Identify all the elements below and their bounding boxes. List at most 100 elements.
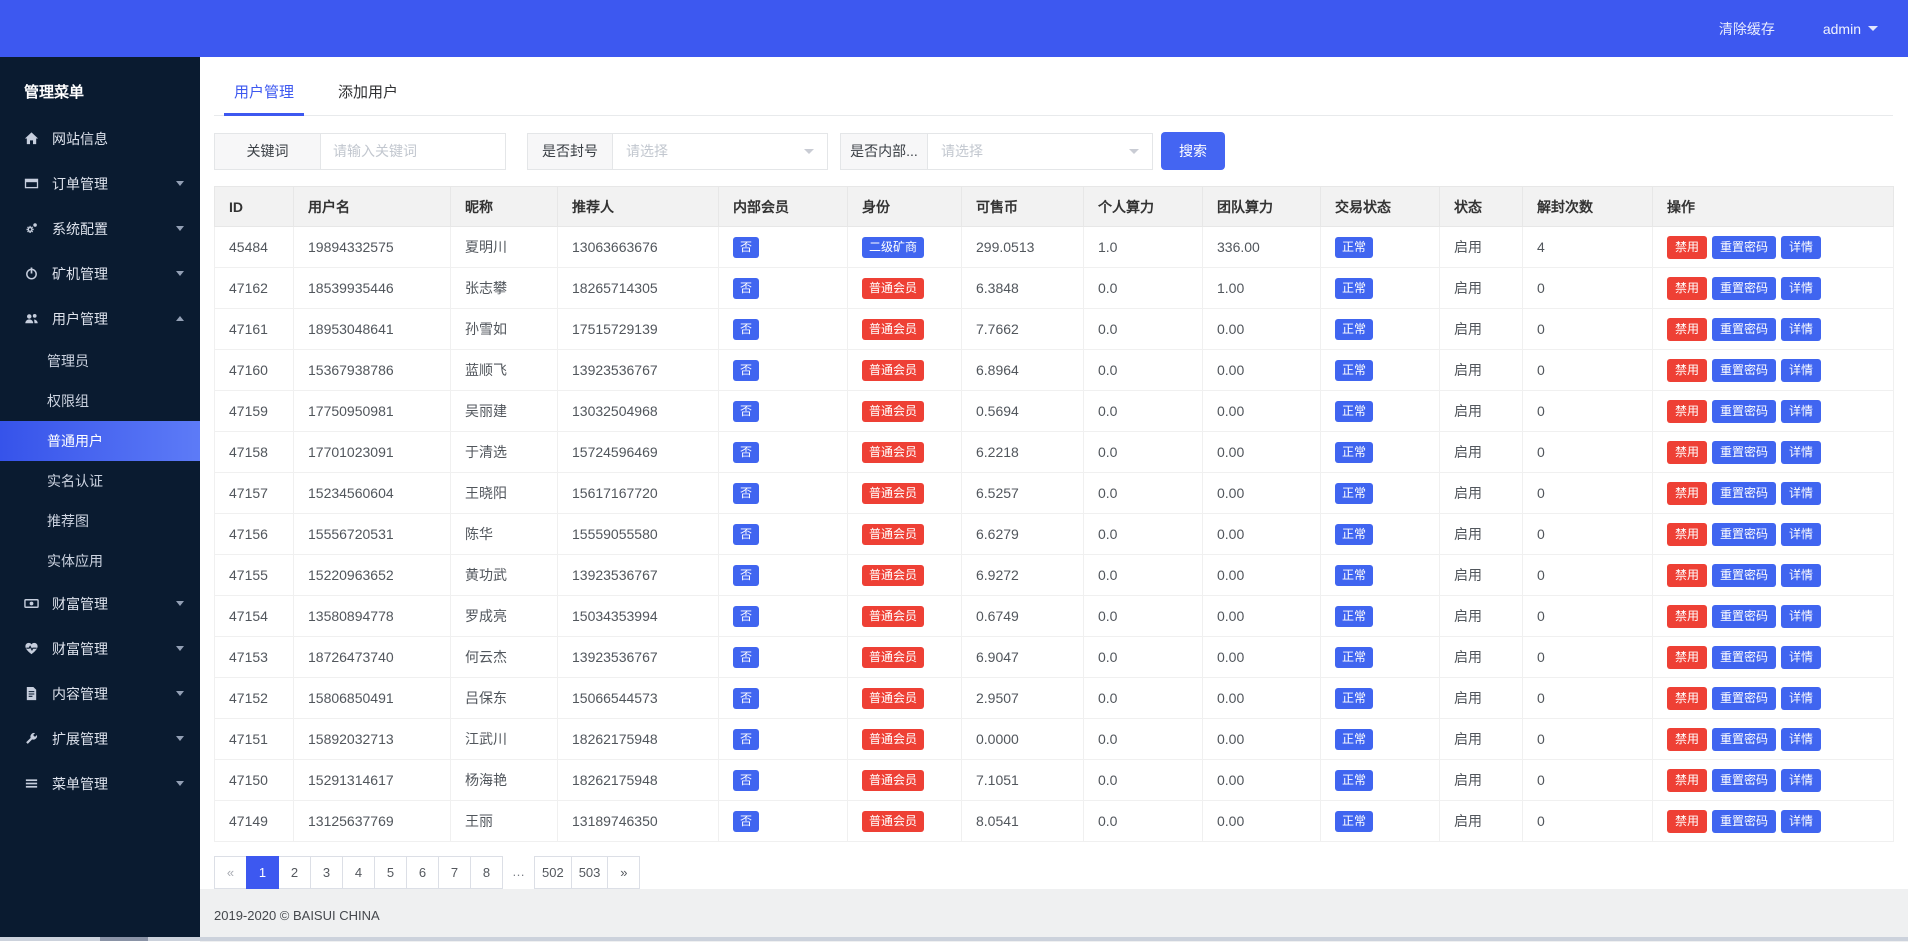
column-header-nickname: 昵称 [451,187,558,227]
page-503[interactable]: 503 [571,856,609,889]
disable-button[interactable]: 禁用 [1667,728,1707,751]
page-1[interactable]: 1 [246,856,279,889]
sidebar-subitem[interactable]: 普通用户 [0,421,200,461]
trade-status-badge: 正常 [1335,606,1373,627]
reset-password-button[interactable]: 重置密码 [1712,359,1776,382]
reset-password-button[interactable]: 重置密码 [1712,277,1776,300]
reset-password-button[interactable]: 重置密码 [1712,441,1776,464]
details-button[interactable]: 详情 [1781,523,1821,546]
sidebar-item-menu[interactable]: 菜单管理 [0,761,200,806]
horizontal-scrollbar[interactable] [0,937,1908,941]
disable-button[interactable]: 禁用 [1667,318,1707,341]
disable-button[interactable]: 禁用 [1667,441,1707,464]
details-button[interactable]: 详情 [1781,277,1821,300]
page-2[interactable]: 2 [278,856,311,889]
disable-button[interactable]: 禁用 [1667,523,1707,546]
page-502[interactable]: 502 [534,856,572,889]
scrollbar-thumb[interactable] [100,937,148,941]
details-button[interactable]: 详情 [1781,236,1821,259]
sidebar-subitem[interactable]: 权限组 [0,381,200,421]
tab-user-management[interactable]: 用户管理 [224,71,304,115]
sidebar-item-label: 财富管理 [52,639,108,659]
keyword-input[interactable] [321,133,506,170]
sidebar-item-document[interactable]: 内容管理 [0,671,200,716]
details-button[interactable]: 详情 [1781,318,1821,341]
cell-username: 15556720531 [294,514,451,555]
details-button[interactable]: 详情 [1781,605,1821,628]
clear-cache-link[interactable]: 清除缓存 [1719,19,1775,39]
search-button[interactable]: 搜索 [1161,132,1225,170]
page-5[interactable]: 5 [374,856,407,889]
sidebar-item-home[interactable]: 网站信息 [0,116,200,161]
sidebar-item-wrench[interactable]: 扩展管理 [0,716,200,761]
sidebar-item-money[interactable]: 财富管理 [0,581,200,626]
details-button[interactable]: 详情 [1781,564,1821,587]
internal-select[interactable]: 请选择 [928,133,1153,170]
details-button[interactable]: 详情 [1781,769,1821,792]
reset-password-button[interactable]: 重置密码 [1712,728,1776,751]
reset-password-button[interactable]: 重置密码 [1712,318,1776,341]
details-button[interactable]: 详情 [1781,687,1821,710]
sidebar-subitem[interactable]: 管理员 [0,341,200,381]
sidebar-item-power[interactable]: 矿机管理 [0,251,200,296]
sidebar-subitem[interactable]: 推荐图 [0,501,200,541]
trade-status-badge: 正常 [1335,565,1373,586]
cell-status: 启用 [1440,473,1523,514]
reset-password-button[interactable]: 重置密码 [1712,564,1776,587]
reset-password-button[interactable]: 重置密码 [1712,523,1776,546]
sidebar-item-heartbeat[interactable]: 财富管理 [0,626,200,671]
cell-actions: 禁用重置密码详情 [1653,391,1894,432]
cell-id: 47153 [215,637,294,678]
tab-add-user[interactable]: 添加用户 [328,71,408,115]
disable-button[interactable]: 禁用 [1667,687,1707,710]
heartbeat-icon [24,641,43,656]
page-8[interactable]: 8 [470,856,503,889]
details-button[interactable]: 详情 [1781,810,1821,833]
page-next[interactable]: » [607,856,640,889]
sidebar-subitem[interactable]: 实体应用 [0,541,200,581]
disable-button[interactable]: 禁用 [1667,236,1707,259]
sidebar-item-order[interactable]: 订单管理 [0,161,200,206]
cell-nickname: 王丽 [451,801,558,842]
cell-identity: 普通会员 [848,473,962,514]
disable-button[interactable]: 禁用 [1667,482,1707,505]
cell-coins: 0.0000 [962,719,1084,760]
cell-identity: 普通会员 [848,432,962,473]
disable-button[interactable]: 禁用 [1667,277,1707,300]
sidebar-item-gears[interactable]: 系统配置 [0,206,200,251]
page-6[interactable]: 6 [406,856,439,889]
sidebar-subitem[interactable]: 实名认证 [0,461,200,501]
page-prev[interactable]: « [214,856,247,889]
reset-password-button[interactable]: 重置密码 [1712,482,1776,505]
cell-actions: 禁用重置密码详情 [1653,637,1894,678]
details-button[interactable]: 详情 [1781,359,1821,382]
identity-badge: 普通会员 [862,811,924,832]
sidebar-item-users[interactable]: 用户管理 [0,296,200,341]
reset-password-button[interactable]: 重置密码 [1712,605,1776,628]
disable-button[interactable]: 禁用 [1667,359,1707,382]
sidebar-item-label: 扩展管理 [52,729,108,749]
details-button[interactable]: 详情 [1781,646,1821,669]
user-menu[interactable]: admin [1823,21,1878,37]
disable-button[interactable]: 禁用 [1667,769,1707,792]
cell-username: 13580894778 [294,596,451,637]
disable-button[interactable]: 禁用 [1667,400,1707,423]
reset-password-button[interactable]: 重置密码 [1712,236,1776,259]
disable-button[interactable]: 禁用 [1667,810,1707,833]
details-button[interactable]: 详情 [1781,728,1821,751]
page-3[interactable]: 3 [310,856,343,889]
disable-button[interactable]: 禁用 [1667,646,1707,669]
reset-password-button[interactable]: 重置密码 [1712,646,1776,669]
details-button[interactable]: 详情 [1781,400,1821,423]
reset-password-button[interactable]: 重置密码 [1712,687,1776,710]
disable-button[interactable]: 禁用 [1667,605,1707,628]
details-button[interactable]: 详情 [1781,482,1821,505]
page-4[interactable]: 4 [342,856,375,889]
reset-password-button[interactable]: 重置密码 [1712,400,1776,423]
page-7[interactable]: 7 [438,856,471,889]
reset-password-button[interactable]: 重置密码 [1712,810,1776,833]
disable-button[interactable]: 禁用 [1667,564,1707,587]
banned-select[interactable]: 请选择 [613,133,828,170]
reset-password-button[interactable]: 重置密码 [1712,769,1776,792]
details-button[interactable]: 详情 [1781,441,1821,464]
